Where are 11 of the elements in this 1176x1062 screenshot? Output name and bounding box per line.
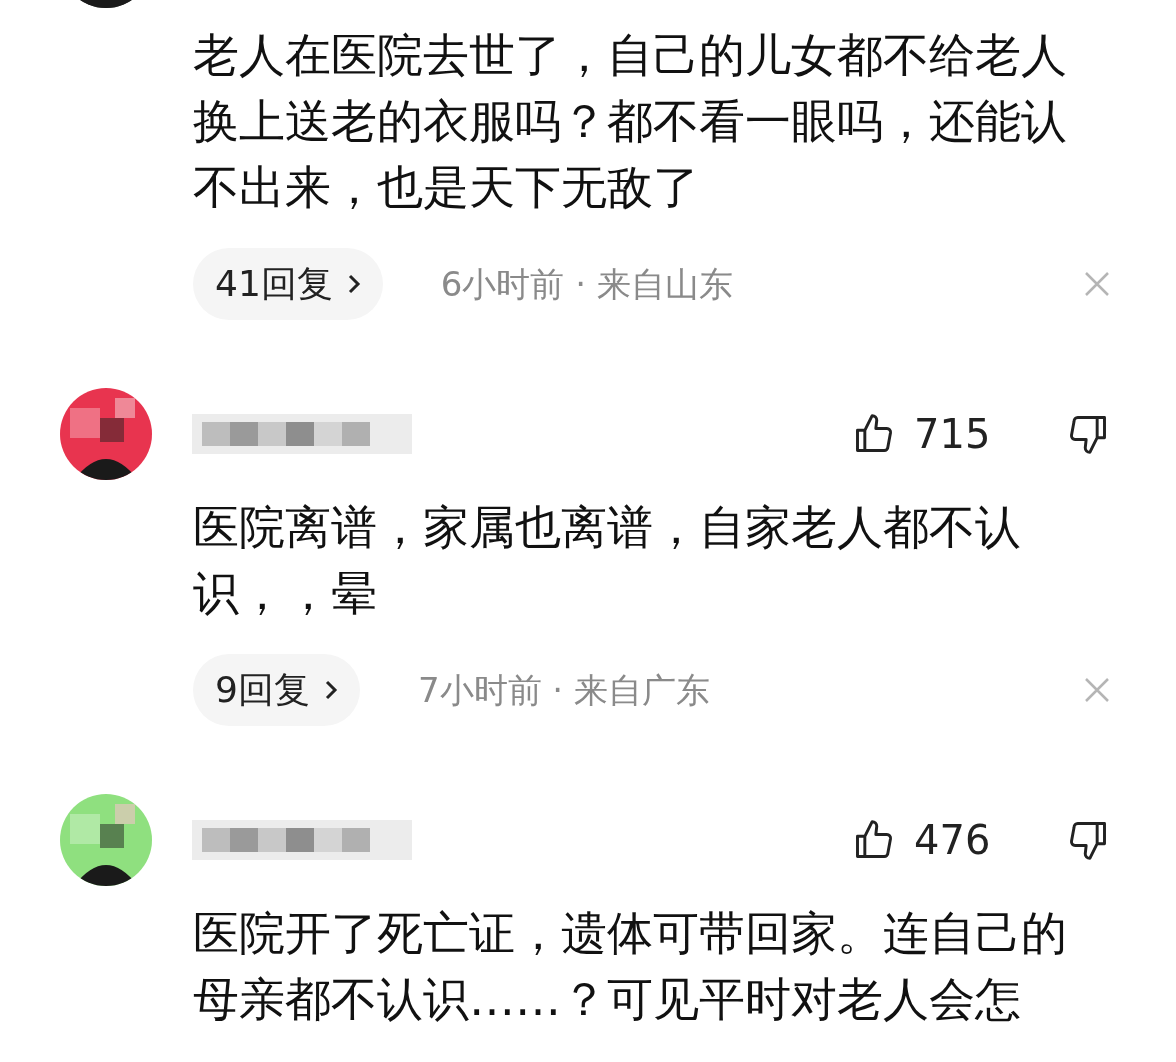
replies-button[interactable]: 41回复 [193,248,383,320]
comment-text: 医院开了死亡证，遗体可带回家。连自己的母亲都不认识……？可见平时对老人会怎 [193,905,1068,1028]
like-count: 715 [914,410,992,459]
chevron-right-icon [323,679,338,701]
comment-text: 老人在医院去世了，自己的儿女都不给老人换上送老的衣服吗？都不看一眼吗，还能认不出来，也是天下无敌了 [193,27,1068,216]
chevron-right-icon [346,273,361,295]
replies-button[interactable]: 9回复 [193,654,360,726]
comment-meta: 6小时前 · 来自山东 [440,262,733,306]
like-count: 476 [914,816,992,865]
comment-meta: 7小时前 · 来自广东 [417,668,710,712]
comment-text: 医院离谱，家属也离谱，自家老人都不认识，，晕 [193,499,1022,622]
